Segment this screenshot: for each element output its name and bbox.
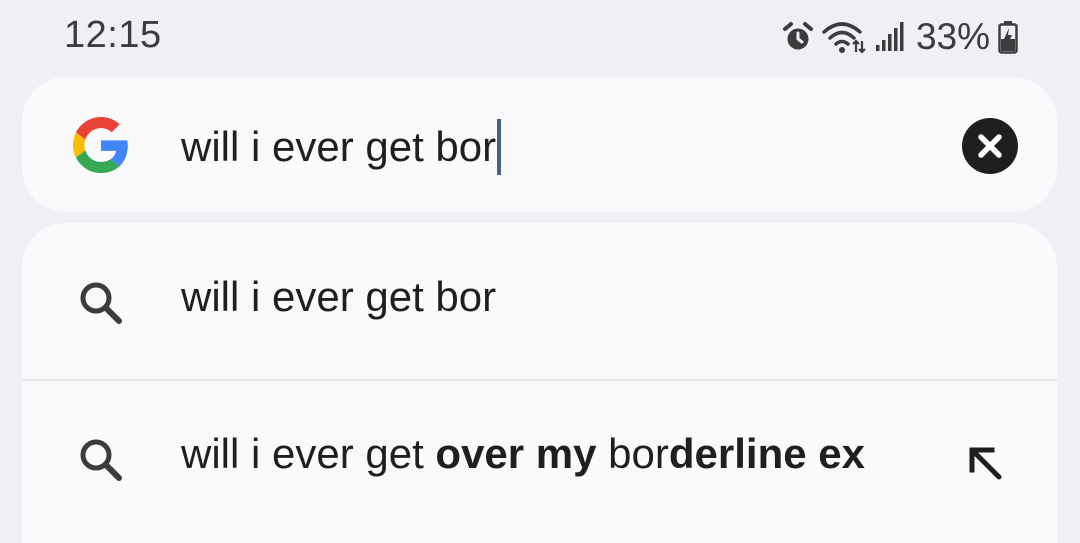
alarm-icon xyxy=(782,21,814,53)
clear-search-button[interactable] xyxy=(962,118,1018,174)
suggestion-text: will i ever get over my borderline ex xyxy=(181,430,865,478)
search-bar[interactable] xyxy=(22,77,1057,212)
battery-percent: 33% xyxy=(915,16,990,57)
suggestion-item[interactable]: will i ever get over my borderline ex xyxy=(22,380,1057,536)
suggestion-text-part: will i ever get xyxy=(181,430,436,477)
search-query-text[interactable]: will i ever get bor xyxy=(181,123,496,171)
signal-icon xyxy=(874,21,904,53)
search-input[interactable]: will i ever get bor xyxy=(181,118,502,176)
battery-charging-icon xyxy=(998,20,1018,54)
suggestion-text-part: bor xyxy=(596,430,669,477)
search-icon xyxy=(73,276,129,332)
status-time: 12:15 xyxy=(64,14,162,56)
suggestion-text-bold-part: over my xyxy=(435,430,597,477)
arrow-up-left-icon[interactable] xyxy=(962,440,1010,488)
status-bar: 12:15 33% xyxy=(0,0,1080,74)
search-icon xyxy=(73,433,129,489)
close-icon xyxy=(978,134,1002,158)
suggestion-text-bold-part: derline ex xyxy=(668,430,865,477)
status-icons: 33% xyxy=(782,14,1018,60)
text-caret xyxy=(497,119,502,175)
suggestion-item[interactable]: will i ever get bor xyxy=(22,223,1057,379)
google-logo-icon[interactable] xyxy=(73,117,129,173)
suggestion-text: will i ever get bor xyxy=(181,273,497,320)
wifi-icon xyxy=(822,20,866,54)
suggestions-list: will i ever get bor will i ever get over… xyxy=(22,223,1057,543)
